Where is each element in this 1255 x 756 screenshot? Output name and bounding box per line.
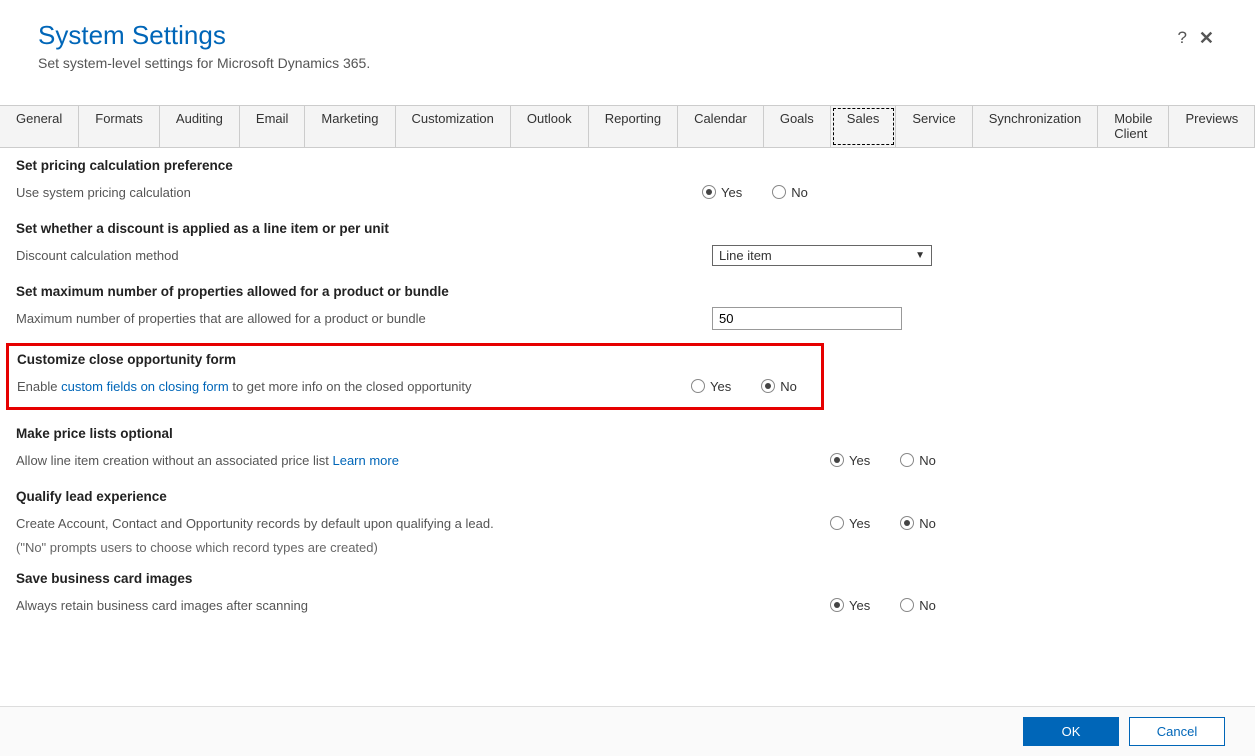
section-pricelist-heading: Make price lists optional <box>16 426 1239 441</box>
tab-auditing[interactable]: Auditing <box>160 106 240 147</box>
tab-outlook[interactable]: Outlook <box>511 106 589 147</box>
help-icon[interactable]: ? <box>1177 28 1186 49</box>
tab-general[interactable]: General <box>0 106 79 147</box>
pricing-label: Use system pricing calculation <box>16 185 702 200</box>
pricelist-radio-no[interactable]: No <box>900 453 936 468</box>
dialog-header: System Settings Set system-level setting… <box>0 0 1255 87</box>
closeform-radio-yes[interactable]: Yes <box>691 379 731 394</box>
ok-button[interactable]: OK <box>1023 717 1119 746</box>
section-bizcard-heading: Save business card images <box>16 571 1239 586</box>
cancel-button[interactable]: Cancel <box>1129 717 1225 746</box>
tab-calendar[interactable]: Calendar <box>678 106 764 147</box>
close-icon[interactable]: ✕ <box>1199 28 1214 49</box>
highlight-close-opportunity: Customize close opportunity form Enable … <box>6 343 824 410</box>
radio-icon <box>830 516 844 530</box>
radio-icon <box>900 453 914 467</box>
tab-formats[interactable]: Formats <box>79 106 160 147</box>
page-subtitle: Set system-level settings for Microsoft … <box>38 55 370 71</box>
section-maxprops-heading: Set maximum number of properties allowed… <box>16 284 1239 299</box>
tab-bar: General Formats Auditing Email Marketing… <box>0 105 1255 148</box>
closeform-label: Enable custom fields on closing form to … <box>17 379 691 394</box>
section-discount-heading: Set whether a discount is applied as a l… <box>16 221 1239 236</box>
maxprops-input[interactable] <box>712 307 902 330</box>
tab-synchronization[interactable]: Synchronization <box>973 106 1099 147</box>
bizcard-label: Always retain business card images after… <box>16 598 830 613</box>
tab-goals[interactable]: Goals <box>764 106 831 147</box>
pricing-radio-yes[interactable]: Yes <box>702 185 742 200</box>
discount-label: Discount calculation method <box>16 248 712 263</box>
tab-previews[interactable]: Previews <box>1169 106 1255 147</box>
section-closeform-heading: Customize close opportunity form <box>17 352 813 367</box>
tab-mobile-client[interactable]: Mobile Client <box>1098 106 1169 147</box>
section-qualify-heading: Qualify lead experience <box>16 489 1239 504</box>
radio-icon <box>900 598 914 612</box>
settings-content: Set pricing calculation preference Use s… <box>0 148 1255 706</box>
bizcard-radio-yes[interactable]: Yes <box>830 598 870 613</box>
qualify-label: Create Account, Contact and Opportunity … <box>16 516 830 531</box>
radio-icon <box>772 185 786 199</box>
section-pricing-heading: Set pricing calculation preference <box>16 158 1239 173</box>
tab-email[interactable]: Email <box>240 106 306 147</box>
radio-icon <box>900 516 914 530</box>
radio-icon <box>761 379 775 393</box>
pricelist-learn-more-link[interactable]: Learn more <box>332 453 398 468</box>
closeform-radio-no[interactable]: No <box>761 379 797 394</box>
tab-customization[interactable]: Customization <box>396 106 511 147</box>
qualify-radio-no[interactable]: No <box>900 516 936 531</box>
radio-icon <box>702 185 716 199</box>
qualify-radio-yes[interactable]: Yes <box>830 516 870 531</box>
pricelist-label: Allow line item creation without an asso… <box>16 453 830 468</box>
dialog-footer: OK Cancel <box>0 706 1255 756</box>
closeform-link[interactable]: custom fields on closing form <box>61 379 229 394</box>
maxprops-label: Maximum number of properties that are al… <box>16 311 712 326</box>
tab-marketing[interactable]: Marketing <box>305 106 395 147</box>
tab-service[interactable]: Service <box>896 106 972 147</box>
radio-icon <box>691 379 705 393</box>
pricing-radio-no[interactable]: No <box>772 185 808 200</box>
pricelist-radio-yes[interactable]: Yes <box>830 453 870 468</box>
qualify-note: ("No" prompts users to choose which reco… <box>16 540 1239 555</box>
radio-icon <box>830 453 844 467</box>
chevron-down-icon: ▼ <box>915 250 925 261</box>
radio-icon <box>830 598 844 612</box>
tab-sales[interactable]: Sales <box>831 106 897 147</box>
page-title: System Settings <box>38 20 370 51</box>
bizcard-radio-no[interactable]: No <box>900 598 936 613</box>
tab-reporting[interactable]: Reporting <box>589 106 678 147</box>
discount-method-select[interactable]: Line item ▼ <box>712 245 932 266</box>
